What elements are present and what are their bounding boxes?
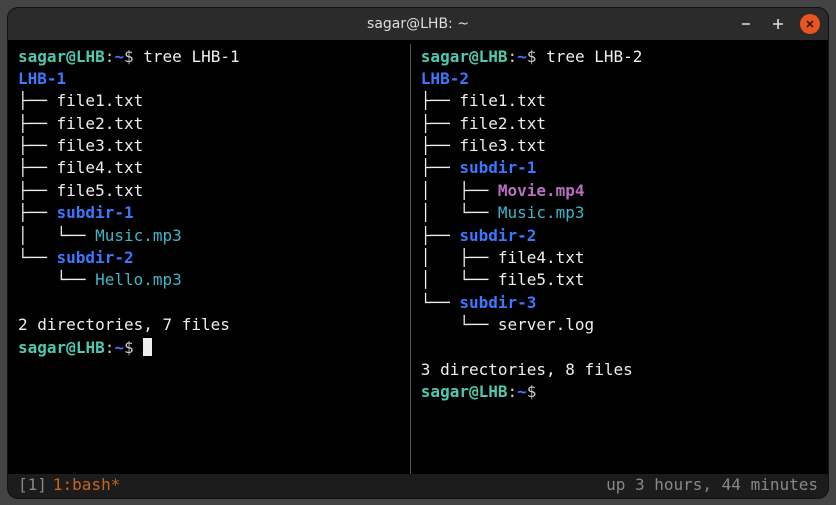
prompt-path: ~ — [114, 338, 124, 357]
prompt-user: sagar — [18, 47, 66, 66]
tree-root: LHB-2 — [421, 68, 822, 90]
prompt-symbol: $ — [527, 47, 537, 66]
prompt-colon: : — [105, 47, 115, 66]
tree-line: ├── file5.txt — [18, 180, 404, 202]
tree-line: ├── file2.txt — [421, 113, 822, 135]
tree-line: ├── subdir-2 — [421, 225, 822, 247]
minimize-icon — [741, 19, 751, 29]
tree-line: └── server.log — [421, 314, 822, 336]
tree-summary: 3 directories, 8 files — [421, 359, 822, 381]
tree-line: ├── subdir-1 — [421, 157, 822, 179]
tree-root: LHB-1 — [18, 68, 404, 90]
tree-summary: 2 directories, 7 files — [18, 314, 404, 336]
tree-line: ├── file1.txt — [18, 90, 404, 112]
prompt-host: LHB — [479, 382, 508, 401]
tree-line: └── Hello.mp3 — [18, 269, 404, 291]
prompt-path: ~ — [517, 382, 527, 401]
tree-line: │ └── Music.mp3 — [18, 225, 404, 247]
prompt-at: @ — [66, 338, 76, 357]
window-name[interactable]: 1:bash* — [53, 474, 120, 496]
prompt-at: @ — [66, 47, 76, 66]
maximize-icon — [772, 18, 784, 30]
prompt-user: sagar — [421, 382, 469, 401]
tree-line: └── subdir-2 — [18, 247, 404, 269]
tree-line: ├── file2.txt — [18, 113, 404, 135]
command-line: sagar@LHB:~$ tree LHB-1 — [18, 46, 404, 68]
prompt-line: sagar@LHB:~$ — [421, 381, 822, 403]
prompt-colon: : — [105, 338, 115, 357]
prompt-symbol: $ — [124, 47, 134, 66]
tree-line: ├── file4.txt — [18, 157, 404, 179]
tree-line: │ └── Music.mp3 — [421, 202, 822, 224]
command-text: tree LHB-2 — [546, 47, 642, 66]
window-buttons — [736, 14, 820, 34]
prompt-symbol: $ — [124, 338, 134, 357]
pane-left[interactable]: sagar@LHB:~$ tree LHB-1LHB-1├── file1.tx… — [8, 44, 410, 474]
command-text: tree LHB-1 — [143, 47, 239, 66]
tree-line: ├── file3.txt — [18, 135, 404, 157]
tree-line: │ ├── file4.txt — [421, 247, 822, 269]
terminal-body[interactable]: sagar@LHB:~$ tree LHB-1LHB-1├── file1.tx… — [8, 40, 828, 498]
prompt-path: ~ — [114, 47, 124, 66]
close-button[interactable] — [800, 14, 820, 34]
session-number: [1] — [18, 474, 47, 496]
tmux-statusbar: [1] 1:bash* up 3 hours, 44 minutes — [8, 474, 828, 498]
prompt-user: sagar — [18, 338, 66, 357]
status-left: [1] 1:bash* — [18, 474, 120, 496]
tmux-panes: sagar@LHB:~$ tree LHB-1LHB-1├── file1.tx… — [8, 44, 828, 474]
prompt-at: @ — [469, 47, 479, 66]
prompt-host: LHB — [479, 47, 508, 66]
minimize-button[interactable] — [736, 14, 756, 34]
prompt-colon: : — [508, 47, 518, 66]
tree-line: │ ├── Movie.mp4 — [421, 180, 822, 202]
prompt-symbol: $ — [527, 382, 537, 401]
blank-line — [421, 337, 822, 359]
tree-line: └── subdir-3 — [421, 292, 822, 314]
prompt-path: ~ — [517, 47, 527, 66]
pane-right[interactable]: sagar@LHB:~$ tree LHB-2LHB-2├── file1.tx… — [411, 44, 828, 474]
prompt-host: LHB — [76, 338, 105, 357]
terminal-window: sagar@LHB: ~ sagar@LHB:~$ tree LHB-1LHB-… — [8, 8, 828, 498]
prompt-host: LHB — [76, 47, 105, 66]
command-line: sagar@LHB:~$ tree LHB-2 — [421, 46, 822, 68]
uptime: up 3 hours, 44 minutes — [606, 475, 818, 494]
maximize-button[interactable] — [768, 14, 788, 34]
tree-line: ├── file3.txt — [421, 135, 822, 157]
prompt-user: sagar — [421, 47, 469, 66]
close-icon — [805, 19, 815, 29]
tree-line: ├── subdir-1 — [18, 202, 404, 224]
status-right: up 3 hours, 44 minutes — [606, 474, 818, 496]
tree-line: ├── file1.txt — [421, 90, 822, 112]
titlebar: sagar@LHB: ~ — [8, 8, 828, 40]
blank-line — [18, 292, 404, 314]
cursor — [143, 338, 152, 356]
prompt-line: sagar@LHB:~$ — [18, 337, 404, 359]
prompt-colon: : — [508, 382, 518, 401]
prompt-at: @ — [469, 382, 479, 401]
tree-line: │ └── file5.txt — [421, 269, 822, 291]
window-title: sagar@LHB: ~ — [8, 16, 828, 32]
